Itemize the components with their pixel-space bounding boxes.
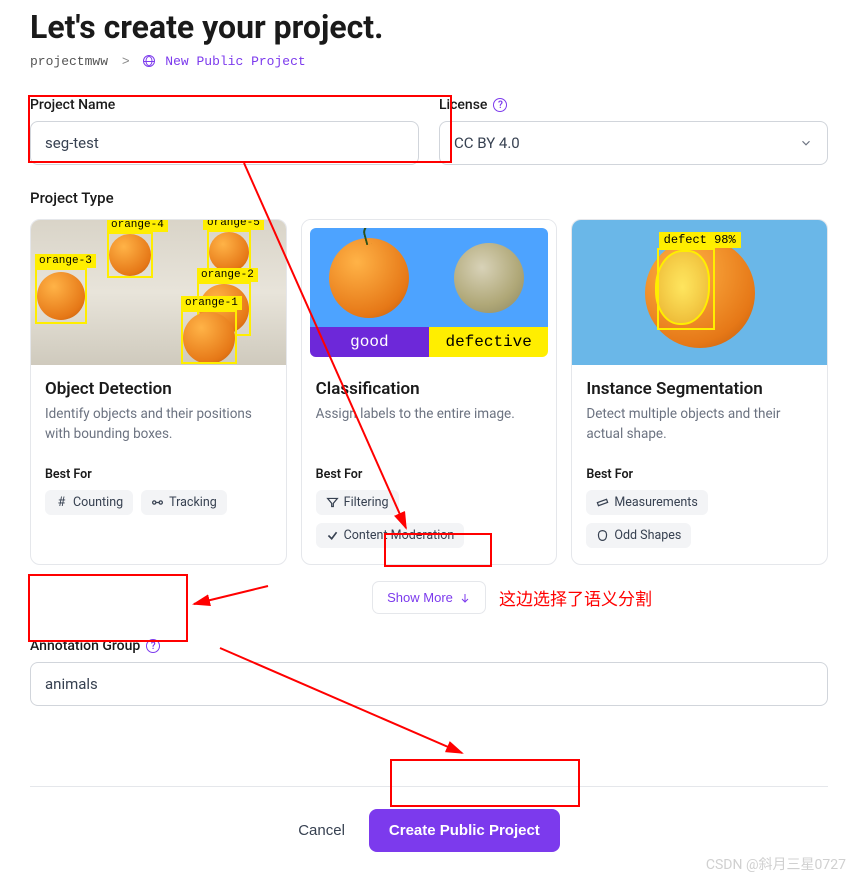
ruler-icon: [596, 496, 609, 509]
check-icon: [326, 529, 339, 542]
card-image: defect 98%: [572, 220, 827, 365]
project-name-field: Project Name seg-test: [30, 97, 419, 165]
filter-icon: [326, 496, 339, 509]
help-icon[interactable]: ?: [493, 98, 507, 112]
tracking-icon: [151, 496, 164, 509]
project-type-cards: orange-3 orange-4 orange-5 orange-2 oran…: [30, 219, 828, 565]
tag-measurements: Measurements: [586, 490, 707, 515]
card-image: good defective: [302, 220, 557, 365]
project-type-label: Project Type: [30, 189, 828, 207]
best-for-label: Best For: [586, 467, 813, 482]
best-for-label: Best For: [316, 467, 543, 482]
create-public-project-button[interactable]: Create Public Project: [369, 809, 560, 852]
blob-icon: [596, 529, 609, 542]
breadcrumb-root[interactable]: projectmww: [30, 54, 108, 69]
show-more-button[interactable]: Show More: [372, 581, 486, 614]
breadcrumb: projectmww > New Public Project: [30, 54, 828, 69]
cancel-button[interactable]: Cancel: [298, 822, 345, 839]
card-desc: Detect multiple objects and their actual…: [586, 405, 813, 445]
breadcrumb-sep: >: [122, 54, 130, 69]
arrow-down-icon: [459, 592, 471, 604]
card-title: Classification: [316, 379, 543, 399]
page-title: Let's create your project.: [30, 8, 828, 46]
breadcrumb-current: New Public Project: [143, 54, 305, 69]
project-name-input[interactable]: seg-test: [30, 121, 419, 165]
card-image: orange-3 orange-4 orange-5 orange-2 oran…: [31, 220, 286, 365]
hash-icon: #: [55, 496, 68, 509]
card-object-detection[interactable]: orange-3 orange-4 orange-5 orange-2 oran…: [30, 219, 287, 565]
watermark: CSDN @斜月三星0727: [706, 854, 846, 874]
annotation-group-label: Annotation Group ?: [30, 638, 828, 654]
license-label: License ?: [439, 97, 828, 113]
annotation-group-input[interactable]: animals: [30, 662, 828, 706]
help-icon[interactable]: ?: [146, 639, 160, 653]
tag-tracking: Tracking: [141, 490, 227, 515]
best-for-label: Best For: [45, 467, 272, 482]
card-title: Object Detection: [45, 379, 272, 399]
globe-icon: [143, 55, 155, 67]
license-field: License ? CC BY 4.0: [439, 97, 828, 165]
card-desc: Identify objects and their positions wit…: [45, 405, 272, 445]
card-title: Instance Segmentation: [586, 379, 813, 399]
annotation-note: 这边选择了语义分割: [499, 585, 652, 610]
tag-odd-shapes: Odd Shapes: [586, 523, 691, 548]
chevron-down-icon: [799, 136, 813, 150]
card-instance-segmentation[interactable]: defect 98% Instance Segmentation Detect …: [571, 219, 828, 565]
card-desc: Assign labels to the entire image.: [316, 405, 543, 445]
tag-counting: #Counting: [45, 490, 133, 515]
card-classification[interactable]: good defective Classification Assign lab…: [301, 219, 558, 565]
tag-filtering: Filtering: [316, 490, 399, 515]
license-select[interactable]: CC BY 4.0: [439, 121, 828, 165]
tag-content-moderation: Content Moderation: [316, 523, 465, 548]
project-name-label: Project Name: [30, 97, 419, 113]
